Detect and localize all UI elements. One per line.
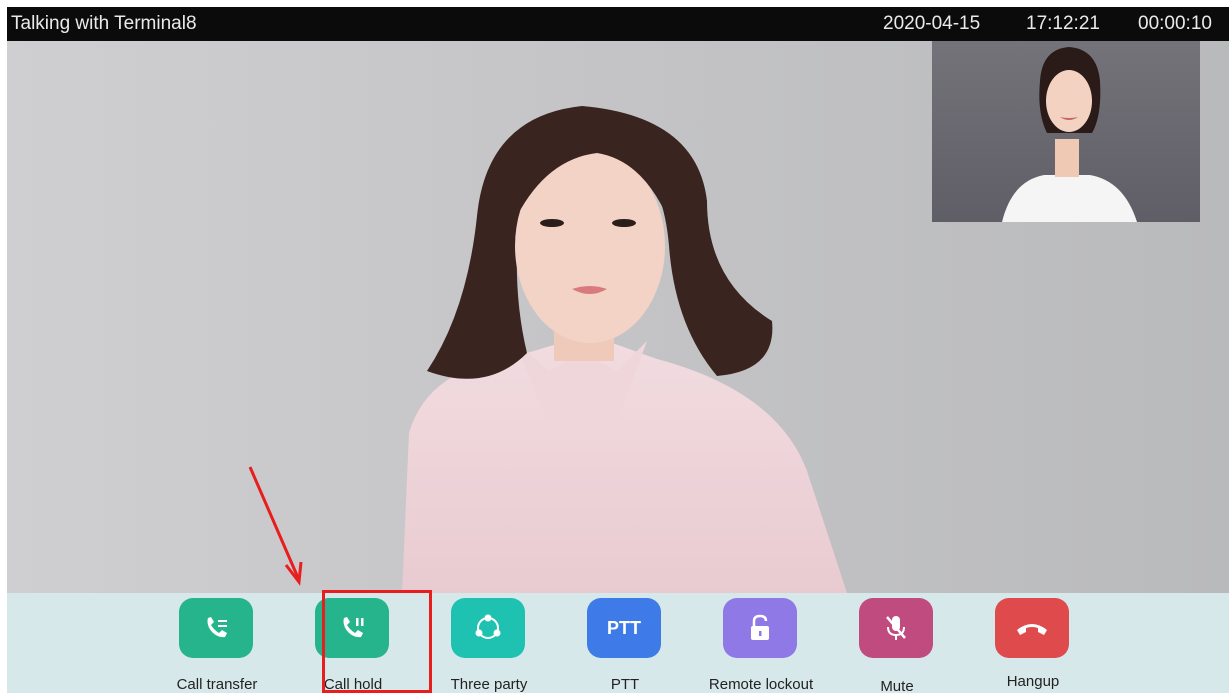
- ptt-icon: PTT: [587, 598, 661, 658]
- ptt-icon-text: PTT: [607, 617, 641, 638]
- call-time: 17:12:21: [1026, 13, 1100, 34]
- call-date: 2020-04-15: [883, 13, 981, 34]
- call-duration: 00:00:10: [1138, 13, 1212, 34]
- local-video-preview: [932, 41, 1200, 222]
- annotation-highlight-box: [322, 590, 432, 693]
- call-transfer-label: Call transfer: [176, 676, 258, 693]
- remote-lockout-button[interactable]: Remote lockout: [701, 598, 821, 693]
- hangup-icon: [995, 598, 1069, 658]
- mute-label: Mute: [880, 678, 914, 695]
- hangup-label: Hangup: [1006, 673, 1060, 690]
- remote-lockout-label: Remote lockout: [708, 676, 814, 693]
- three-party-button[interactable]: Three party: [429, 598, 549, 693]
- call-screen: Talking with Terminal8 2020-04-15 17:12:…: [7, 7, 1229, 693]
- three-party-label: Three party: [450, 676, 528, 693]
- three-party-icon: [451, 598, 525, 658]
- ptt-button[interactable]: PTT PTT: [565, 598, 685, 693]
- call-transfer-button[interactable]: Call transfer: [157, 598, 277, 693]
- mute-button[interactable]: Mute: [837, 598, 957, 695]
- status-bar: Talking with Terminal8 2020-04-15 17:12:…: [7, 7, 1229, 41]
- mic-off-icon: [859, 598, 933, 658]
- local-person-image: [1002, 47, 1137, 222]
- unlock-icon: [723, 598, 797, 658]
- hangup-button[interactable]: Hangup: [973, 598, 1093, 693]
- call-title: Talking with Terminal8: [11, 13, 197, 34]
- call-transfer-icon: [179, 598, 253, 658]
- ptt-label: PTT: [610, 676, 640, 693]
